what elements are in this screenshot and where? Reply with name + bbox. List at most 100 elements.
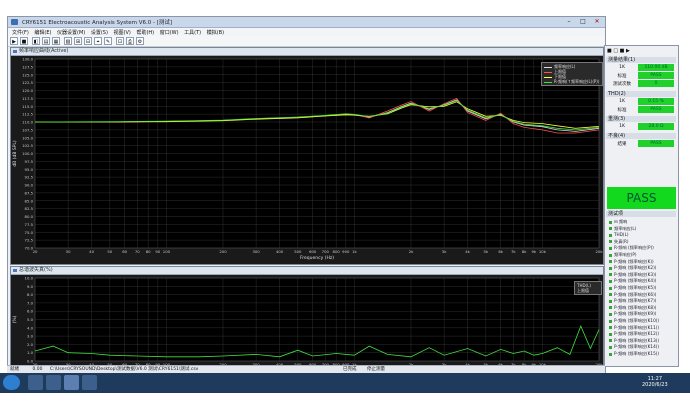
section-defect[interactable]: 不良(4)	[606, 133, 676, 139]
zoom-out-button[interactable]: ⊟	[84, 37, 92, 45]
tree-item-icon	[609, 352, 612, 356]
maximize-button[interactable]: □	[577, 18, 589, 26]
list-button[interactable]: ▤	[42, 37, 50, 45]
tree-item-label: P-频响 (频率响应(K7))	[614, 298, 657, 304]
result-key: 测试次数	[613, 82, 631, 87]
section-measurement[interactable]: 测量结果(1)	[606, 57, 676, 63]
results-toolbar: ■ □ ■ ▶	[607, 48, 630, 55]
section-thd[interactable]: THD(2)	[606, 91, 676, 97]
start-button[interactable]	[3, 375, 20, 390]
record-icon[interactable]: ■	[620, 48, 625, 54]
tree-item[interactable]: THD(L)	[609, 232, 629, 237]
legend-swatch	[544, 81, 552, 83]
tree-item[interactable]: P-频响 (频率响应(K))	[609, 259, 654, 265]
play-icon[interactable]: ▶	[626, 48, 630, 54]
tree-item[interactable]: P-频响 (频率响应(K12))	[609, 331, 659, 337]
tree-item[interactable]: P-频响 (频率响应(K15))	[609, 351, 659, 357]
view-button[interactable]: ▧	[64, 37, 72, 45]
layout-button[interactable]: ◧	[32, 37, 40, 45]
result-row: 标准 PASS	[608, 72, 676, 79]
tree-item-label: P-频响 (频率响应(K8))	[614, 304, 657, 310]
taskbar-app-analyzer[interactable]	[64, 375, 79, 390]
menu-view[interactable]: 视图(V)	[114, 29, 131, 36]
tree-item[interactable]: P-频响 (频率响应(K13))	[609, 338, 659, 344]
menu-simulate[interactable]: 模拟(B)	[207, 29, 224, 36]
menu-help[interactable]: 帮助(H)	[136, 29, 154, 36]
menu-instrument[interactable]: 仪器设置(M)	[57, 29, 85, 36]
tree-item[interactable]: P-频响 (频率响应(K4))	[609, 278, 656, 284]
frequency-response-title: 频率响应曲线(Active)	[19, 48, 69, 54]
zoom-in-button[interactable]: ⊞	[74, 37, 82, 45]
stop-button[interactable]: ■	[20, 37, 28, 45]
y-tick-label: 3.0	[27, 334, 34, 339]
tree-item[interactable]: P-频响 (频率响应(K9))	[609, 311, 656, 317]
taskbar-clock[interactable]: 11:27 2020/6/23	[642, 376, 668, 388]
grid-button[interactable]: ▦	[52, 37, 60, 45]
tree-item[interactable]: P-频响 (频率响应(K6))	[609, 292, 656, 298]
tree-item-label: P-频响 (频率响应(K15))	[614, 351, 660, 356]
y-tick-label: 5.0	[27, 317, 34, 322]
taskbar-app-folder[interactable]	[82, 375, 97, 390]
tree-item[interactable]: P-频响 (频率响应(K5))	[609, 285, 656, 291]
fit-button[interactable]: ⊡	[116, 37, 124, 45]
edit-button[interactable]: ✎	[104, 37, 112, 45]
toolbar: ▶ ■ ◧ ▤ ▦ ▧ ⊞ ⊟ ⌖ ✎ ⊡ ⎙ ⚙	[8, 36, 605, 47]
result-row: 1K 110.00 dB	[608, 64, 676, 71]
y-tick-label: 7.0	[27, 300, 34, 305]
blank-icon[interactable]: □	[613, 48, 618, 54]
menu-window[interactable]: 窗口(W)	[160, 29, 179, 36]
tree-item[interactable]: 失真(R)	[609, 239, 629, 245]
tree-item[interactable]: P-频响 (频率响应(K10))	[609, 318, 659, 324]
frequency-response-chart[interactable]: 70.072.575.077.580.082.585.087.590.092.5…	[11, 56, 603, 264]
tree-item[interactable]: R-频响 (频率响应(P))	[609, 245, 654, 251]
close-button[interactable]: ✕	[591, 18, 603, 26]
run-button[interactable]: ▶	[10, 37, 18, 45]
tree-item[interactable]: 频率响应(P)	[609, 252, 637, 258]
result-value: 110.00 dB	[638, 64, 674, 71]
panel-icon	[13, 50, 17, 53]
cursor-button[interactable]: ⌖	[94, 37, 102, 45]
y-tick-label: 110.0	[22, 120, 33, 125]
tree-item[interactable]: P-频响 (频率响应(K7))	[609, 298, 656, 304]
y-tick-label: 85.0	[25, 198, 34, 203]
status-value: 0.00	[32, 367, 43, 372]
thd-chart[interactable]: 0.01.02.03.04.05.06.07.08.09.010.0203040…	[11, 275, 603, 377]
legend-swatch	[544, 71, 552, 73]
tree-item-icon	[609, 319, 612, 323]
tree-item[interactable]: ⊟ 频响	[609, 219, 627, 225]
tree-item-label: P-频响 (频率响应(K4))	[614, 278, 657, 284]
tree-item-icon	[609, 227, 612, 231]
menu-tools[interactable]: 工具(T)	[184, 29, 201, 36]
stop-icon[interactable]: ■	[607, 48, 612, 54]
tree-item[interactable]: P-频响 (频率响应(K8))	[609, 305, 656, 311]
result-value: PASS	[638, 106, 674, 113]
tree-item[interactable]: P-频响 (频率响应(K3))	[609, 272, 656, 278]
result-value: PASS	[638, 140, 674, 147]
taskbar-app-browser[interactable]	[46, 375, 61, 390]
taskbar-app-explorer[interactable]	[28, 375, 43, 390]
x-tick-label: 400	[276, 249, 284, 254]
x-tick-label: 50	[107, 249, 112, 254]
menu-settings[interactable]: 设置(S)	[91, 29, 108, 36]
y-tick-label: 127.5	[22, 64, 33, 69]
tree-item-label: P-频响 (频率响应(K))	[614, 258, 654, 264]
menu-file[interactable]: 文件(F)	[12, 29, 29, 36]
tree-item-icon	[609, 253, 612, 257]
minimize-button[interactable]: –	[563, 18, 575, 26]
thd-title: 总谐波失真(%)	[19, 267, 53, 273]
x-tick-label: 2k	[409, 249, 414, 254]
tree-item[interactable]: P-频响 (频率响应(K2))	[609, 265, 656, 271]
tree-item[interactable]: 频率响应(L)	[609, 226, 636, 232]
tree-item-label: ⊟ 频响	[614, 219, 628, 224]
x-tick-label: 20k	[595, 249, 603, 254]
print-button[interactable]: ⎙	[126, 37, 134, 45]
section-retest[interactable]: 重测(3)	[606, 116, 676, 122]
y-tick-label: 95.0	[25, 167, 34, 172]
tree-item[interactable]: P-频响 (频率响应(K11))	[609, 325, 659, 331]
menu-edit[interactable]: 编辑(E)	[34, 29, 51, 36]
tree-item-icon	[609, 273, 612, 277]
config-button[interactable]: ⚙	[136, 37, 144, 45]
x-tick-label: 200	[219, 249, 227, 254]
tree-item[interactable]: P-频响 (频率响应(K14))	[609, 344, 659, 350]
x-tick-label: 500	[294, 249, 302, 254]
